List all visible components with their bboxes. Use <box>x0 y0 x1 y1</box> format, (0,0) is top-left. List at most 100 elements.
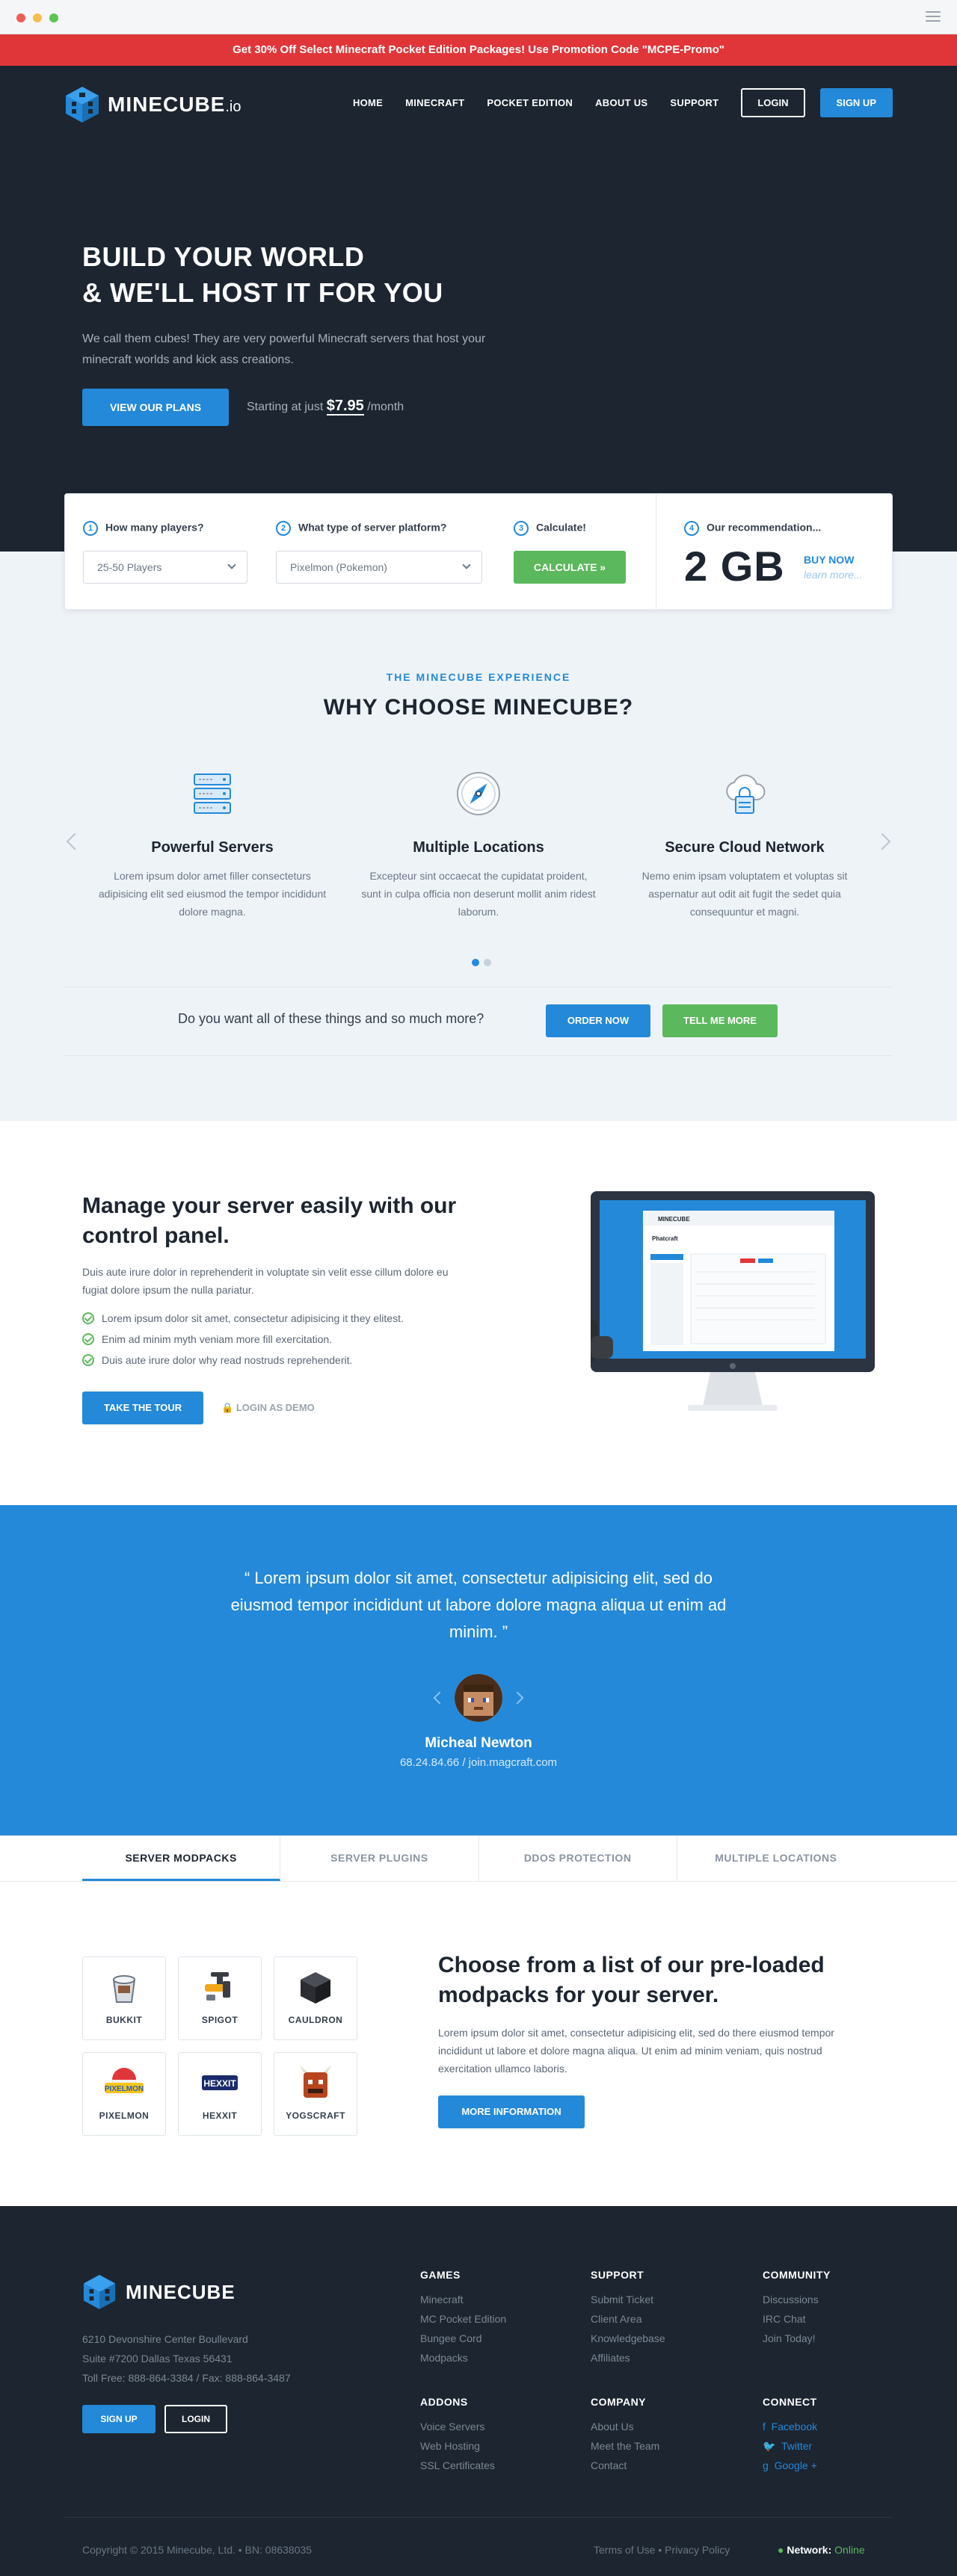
more-information-button[interactable]: MORE INFORMATION <box>438 2095 585 2128</box>
feature-powerful-servers: Powerful Servers Lorem ipsum dolor amet … <box>93 770 332 921</box>
control-panel-illustration: MINECUBE Phatcraft <box>531 1191 875 1420</box>
players-select[interactable]: 25-50 Players <box>83 551 247 584</box>
learn-more-link[interactable]: learn more... <box>804 569 863 581</box>
google-plus-link[interactable]: g Google + <box>763 2456 912 2475</box>
testimonial-server: 68.24.84.66 / join.magcraft.com <box>399 1756 558 1769</box>
nav-home[interactable]: HOME <box>353 97 383 108</box>
footer-link[interactable]: Bungee Cord <box>420 2329 570 2348</box>
modpack-hexxit[interactable]: HEXXIT HEXXIT <box>178 2052 262 2136</box>
chevron-down-icon <box>227 560 236 569</box>
close-window-icon[interactable] <box>16 13 25 22</box>
carousel-dot[interactable] <box>484 959 491 966</box>
control-panel-title: Manage your server easily with our contr… <box>82 1193 457 1248</box>
check-icon <box>82 1354 94 1366</box>
compass-icon <box>457 772 500 815</box>
footer-link[interactable]: Contact <box>591 2456 740 2475</box>
login-button[interactable]: LOGIN <box>741 88 805 117</box>
why-title: WHY CHOOSE MINECUBE? <box>323 695 634 720</box>
calculate-button[interactable]: CALCULATE » <box>514 551 626 584</box>
cloud-lock-icon <box>726 774 766 814</box>
section-eyebrow: THE MINECUBE EXPERIENCE <box>386 671 571 683</box>
footer-address: 6210 Devonshire Center Boullevard <box>82 2333 248 2345</box>
testimonial-section: “ Lorem ipsum dolor sit amet, consectetu… <box>0 1505 957 1835</box>
feature-check-item: Lorem ipsum dolor sit amet, consectetur … <box>82 1312 404 1324</box>
modpack-bukkit[interactable]: BUKKIT <box>82 1956 166 2040</box>
cta-question: Do you want all of these things and so m… <box>178 1011 484 1026</box>
footer-link[interactable]: Modpacks <box>420 2348 570 2367</box>
footer-signup-button[interactable]: SIGN UP <box>82 2405 156 2433</box>
take-tour-button[interactable]: TAKE THE TOUR <box>82 1392 203 1424</box>
nav-about-us[interactable]: ABOUT US <box>595 97 647 108</box>
hero-title: BUILD YOUR WORLD & WE'LL HOST IT FOR YOU <box>82 241 443 308</box>
hexxit-logo-icon: HEXXIT <box>202 2075 238 2090</box>
hamburger-menu-icon[interactable] <box>926 11 941 22</box>
steve-avatar-icon <box>455 1674 502 1722</box>
pixelmon-logo-icon: PIXELMON <box>105 2068 144 2093</box>
tab-server-plugins[interactable]: SERVER PLUGINS <box>280 1835 479 1881</box>
footer-link[interactable]: Affiliates <box>591 2348 740 2367</box>
nav-minecraft[interactable]: MINECRAFT <box>405 97 464 108</box>
modpack-spigot[interactable]: SPIGOT <box>178 1956 262 2040</box>
spigot-icon <box>205 1972 230 2001</box>
bucket-icon <box>112 1975 136 2003</box>
testimonial-prev-icon[interactable] <box>433 1691 446 1705</box>
modpack-pixelmon[interactable]: PIXELMON PIXELMON <box>82 2052 166 2136</box>
modpack-cauldron[interactable]: CAULDRON <box>274 1956 357 2040</box>
divider <box>64 2517 893 2518</box>
feature-secure-cloud: Secure Cloud Network Nemo enim ipsam vol… <box>625 770 864 921</box>
tab-server-modpacks[interactable]: SERVER MODPACKS <box>82 1835 281 1881</box>
minimize-window-icon[interactable] <box>33 13 42 22</box>
buy-now-link[interactable]: BUY NOW <box>804 554 854 566</box>
footer-link[interactable]: IRC Chat <box>763 2309 912 2329</box>
nav-support[interactable]: SUPPORT <box>670 97 718 108</box>
feature-text: Excepteur sint occaecat the cupidatat pr… <box>361 870 596 918</box>
footer-link[interactable]: Meet the Team <box>591 2436 740 2456</box>
feature-multiple-locations: Multiple Locations Excepteur sint occaec… <box>359 770 598 921</box>
footer-link[interactable]: About Us <box>591 2417 740 2436</box>
footer-link[interactable]: Join Today! <box>763 2329 912 2348</box>
brand-logo[interactable]: MINECUBE.io <box>64 82 241 127</box>
footer-link[interactable]: MC Pocket Edition <box>420 2309 570 2329</box>
legal-links[interactable]: Terms of Use • Privacy Policy <box>594 2544 730 2556</box>
order-now-button[interactable]: ORDER NOW <box>546 1004 650 1037</box>
footer-link[interactable]: Web Hosting <box>420 2436 570 2456</box>
hero-subtitle: We call them cubes! They are very powerf… <box>82 333 486 366</box>
footer-link[interactable]: Knowledgebase <box>591 2329 740 2348</box>
feature-text: Nemo enim ipsam voluptatem et voluptas s… <box>641 870 848 918</box>
svg-text:Phatcraft: Phatcraft <box>652 1235 678 1242</box>
footer-link[interactable]: Minecraft <box>420 2290 570 2309</box>
feature-check-item: Enim ad minim myth veniam more fill exer… <box>82 1333 332 1345</box>
tell-me-more-button[interactable]: TELL ME MORE <box>662 1004 778 1037</box>
footer-logo[interactable]: MINECUBE <box>82 2273 236 2311</box>
footer-link[interactable]: Voice Servers <box>420 2417 570 2436</box>
maximize-window-icon[interactable] <box>49 13 58 22</box>
tab-multiple-locations[interactable]: MULTIPLE LOCATIONS <box>677 1835 875 1881</box>
footer-address: Suite #7200 Dallas Texas 56431 <box>82 2353 233 2365</box>
chevron-down-icon <box>462 560 471 569</box>
footer-link[interactable]: Submit Ticket <box>591 2290 740 2309</box>
twitter-link[interactable]: 🐦 Twitter <box>763 2436 912 2456</box>
view-plans-button[interactable]: VIEW OUR PLANS <box>82 389 229 426</box>
yogscraft-logo-icon <box>299 2065 332 2098</box>
modpacks-title: Choose from a list of our pre-loaded mod… <box>438 1953 825 2007</box>
copyright: Copyright © 2015 Minecube, Ltd. • BN: 08… <box>82 2544 313 2556</box>
feature-text: Lorem ipsum dolor amet filler consectetu… <box>98 870 327 918</box>
footer-link[interactable]: SSL Certificates <box>420 2456 570 2475</box>
footer-login-button[interactable]: LOGIN <box>164 2405 227 2433</box>
divider <box>64 986 893 987</box>
footer-link[interactable]: Discussions <box>763 2290 912 2309</box>
modpack-yogscraft[interactable]: YOGSCRAFT <box>274 2052 357 2136</box>
footer-link[interactable]: Client Area <box>591 2309 740 2329</box>
carousel-dot-active[interactable] <box>472 959 479 966</box>
platform-select[interactable]: Pixelmon (Pokemon) <box>276 551 482 584</box>
nav-pocket-edition[interactable]: POCKET EDITION <box>487 97 573 108</box>
tab-ddos-protection[interactable]: DDOS PROTECTION <box>479 1835 677 1881</box>
modpacks-desc: Lorem ipsum dolor sit amet, consectetur … <box>438 2027 834 2075</box>
signup-button[interactable]: SIGN UP <box>819 88 893 117</box>
svg-text:PIXELMON: PIXELMON <box>105 2085 144 2093</box>
promo-banner[interactable]: Get 30% Off Select Minecraft Pocket Edit… <box>0 34 957 66</box>
login-as-demo-link[interactable]: 🔒 LOGIN AS DEMO <box>221 1402 315 1414</box>
google-plus-icon: g <box>763 2459 769 2471</box>
testimonial-next-icon[interactable] <box>511 1691 524 1705</box>
facebook-link[interactable]: f Facebook <box>763 2417 912 2436</box>
